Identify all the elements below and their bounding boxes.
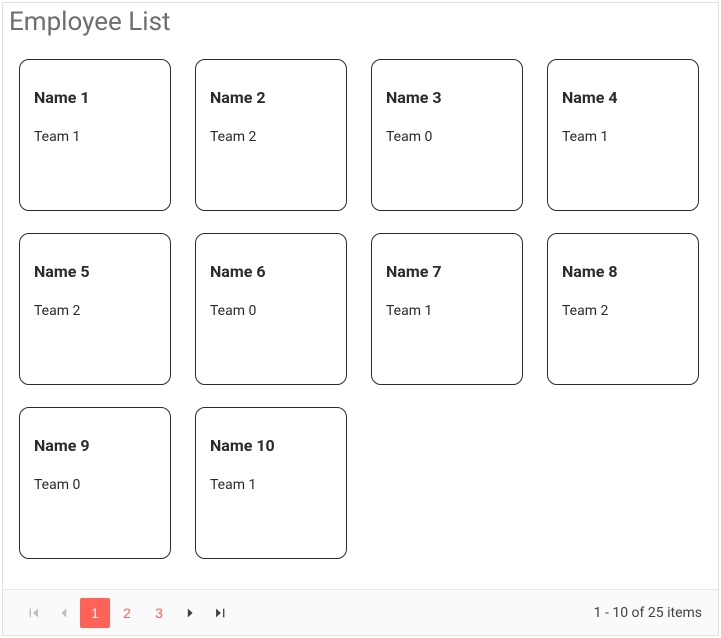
employee-name: Name 7 [386, 262, 508, 281]
employee-card[interactable]: Name 8 Team 2 [547, 233, 699, 385]
pager-first-button[interactable] [19, 598, 49, 628]
employee-card[interactable]: Name 7 Team 1 [371, 233, 523, 385]
employee-team: Team 1 [562, 129, 684, 145]
chevron-left-icon [57, 606, 71, 620]
pager-next-button[interactable] [175, 598, 205, 628]
pager-page-3[interactable]: 3 [144, 598, 174, 628]
employee-card[interactable]: Name 5 Team 2 [19, 233, 171, 385]
employee-card[interactable]: Name 3 Team 0 [371, 59, 523, 211]
employee-name: Name 4 [562, 88, 684, 107]
employee-team: Team 1 [34, 129, 156, 145]
pager-last-icon [213, 606, 227, 620]
pager-last-button[interactable] [205, 598, 235, 628]
employee-card[interactable]: Name 9 Team 0 [19, 407, 171, 559]
employee-name: Name 10 [210, 436, 332, 455]
employee-name: Name 1 [34, 88, 156, 107]
cards-row: Name 1 Team 1 Name 2 Team 2 Name 3 Team … [19, 59, 702, 211]
employee-card[interactable]: Name 4 Team 1 [547, 59, 699, 211]
employee-name: Name 8 [562, 262, 684, 281]
employee-team: Team 2 [210, 129, 332, 145]
pager-page-2[interactable]: 2 [112, 598, 142, 628]
employee-name: Name 5 [34, 262, 156, 281]
pager-controls: 1 2 3 [19, 598, 235, 628]
employee-team: Team 1 [386, 303, 508, 319]
employee-name: Name 9 [34, 436, 156, 455]
cards-row: Name 9 Team 0 Name 10 Team 1 [19, 407, 702, 559]
employee-team: Team 2 [34, 303, 156, 319]
chevron-right-icon [183, 606, 197, 620]
employee-cards-grid: Name 1 Team 1 Name 2 Team 2 Name 3 Team … [3, 45, 718, 589]
employee-name: Name 3 [386, 88, 508, 107]
cards-row: Name 5 Team 2 Name 6 Team 0 Name 7 Team … [19, 233, 702, 385]
employee-card[interactable]: Name 10 Team 1 [195, 407, 347, 559]
employee-list-panel: Employee List Name 1 Team 1 Name 2 Team … [2, 2, 719, 636]
employee-card[interactable]: Name 2 Team 2 [195, 59, 347, 211]
employee-card[interactable]: Name 1 Team 1 [19, 59, 171, 211]
employee-team: Team 1 [210, 477, 332, 493]
employee-team: Team 0 [34, 477, 156, 493]
pager-first-icon [27, 606, 41, 620]
pager-page-1[interactable]: 1 [80, 598, 110, 628]
employee-name: Name 6 [210, 262, 332, 281]
employee-name: Name 2 [210, 88, 332, 107]
pager-prev-button[interactable] [49, 598, 79, 628]
employee-team: Team 2 [562, 303, 684, 319]
pager-info: 1 - 10 of 25 items [594, 605, 702, 621]
pager: 1 2 3 1 - 10 of 25 items [3, 589, 718, 635]
employee-card[interactable]: Name 6 Team 0 [195, 233, 347, 385]
employee-team: Team 0 [210, 303, 332, 319]
page-title: Employee List [3, 3, 718, 45]
employee-team: Team 0 [386, 129, 508, 145]
